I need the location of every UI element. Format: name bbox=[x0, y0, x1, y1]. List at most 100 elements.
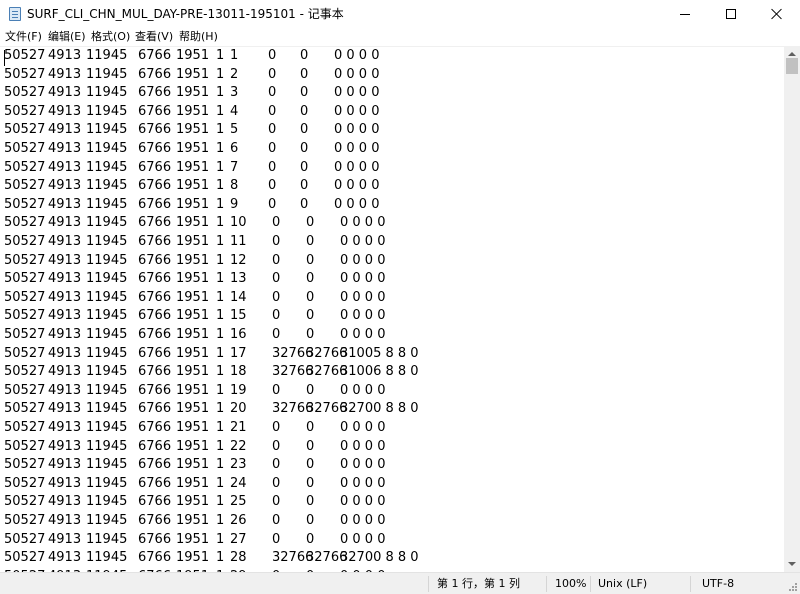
text-field: 4913 bbox=[48, 420, 82, 435]
text-field: 50527 bbox=[4, 401, 46, 417]
text-field: 0 bbox=[300, 122, 309, 138]
text-field: 4913 bbox=[48, 271, 82, 287]
minimize-button[interactable] bbox=[662, 0, 708, 28]
text-field: 1 bbox=[216, 550, 225, 566]
text-field: 0 bbox=[306, 289, 315, 305]
title-bar[interactable]: SURF_CLI_CHN_MUL_DAY-PRE-13011-195101 - … bbox=[0, 0, 800, 28]
text-field: 0 bbox=[306, 457, 315, 473]
text-field: 1951 bbox=[176, 475, 210, 491]
text-field: 4913 bbox=[48, 289, 82, 305]
text-field: 0 bbox=[268, 178, 277, 194]
text-field: 1951 bbox=[176, 141, 210, 156]
text-field: 0 bbox=[306, 234, 315, 249]
text-field: 19 bbox=[230, 382, 247, 398]
text-field: 1951 bbox=[176, 513, 210, 528]
text-field: 50527 bbox=[4, 122, 46, 138]
text-field: 1951 bbox=[176, 159, 210, 175]
text-editor[interactable]: 50527 4913 11945 6766 1951 1 1 0 0 0 0 0 0 50527 49… bbox=[0, 46, 784, 572]
text-field: 1951 bbox=[176, 66, 210, 82]
text-field: 0 bbox=[300, 48, 309, 63]
status-line-ending: Unix (LF) bbox=[598, 577, 648, 590]
close-button[interactable] bbox=[754, 0, 800, 28]
text-field: 50527 bbox=[4, 475, 46, 491]
text-field: 0 0 0 0 bbox=[340, 289, 386, 305]
text-field: 50527 bbox=[4, 345, 46, 361]
text-field: 1951 bbox=[176, 308, 210, 324]
text-field: 0 0 0 0 bbox=[340, 234, 386, 249]
text-field: 0 0 0 0 bbox=[340, 438, 386, 454]
text-field: 32700 8 8 0 bbox=[340, 401, 419, 417]
text-field: 50527 bbox=[4, 364, 46, 380]
text-field: 0 bbox=[268, 159, 277, 175]
text-field: 24 bbox=[230, 475, 247, 491]
text-field: 6766 bbox=[138, 103, 172, 119]
text-field: 11945 bbox=[86, 252, 128, 268]
text-field: 0 bbox=[272, 475, 281, 491]
text-field: 0 0 0 0 bbox=[334, 85, 380, 101]
menu-format[interactable]: 格式(O) bbox=[89, 29, 132, 44]
text-field: 1951 bbox=[176, 420, 210, 435]
text-field: 1 bbox=[216, 345, 225, 361]
text-field: 31005 8 8 0 bbox=[340, 345, 419, 361]
text-field: 4913 bbox=[48, 550, 82, 566]
text-field: 1 bbox=[216, 308, 225, 324]
text-field: 1 bbox=[216, 178, 225, 194]
text-field: 4913 bbox=[48, 103, 82, 119]
text-field: 0 bbox=[272, 420, 281, 435]
text-field: 11 bbox=[230, 234, 247, 249]
text-field: 1 bbox=[216, 401, 225, 417]
text-field: 0 0 0 0 bbox=[340, 513, 386, 528]
text-field: 0 bbox=[306, 513, 315, 528]
text-field: 2 bbox=[230, 66, 239, 82]
text-field: 6766 bbox=[138, 364, 172, 380]
maximize-button[interactable] bbox=[708, 0, 754, 28]
text-field: 1 bbox=[216, 215, 225, 231]
text-field: 0 0 0 0 bbox=[340, 327, 386, 342]
text-field: 7 bbox=[230, 159, 239, 175]
text-field: 1951 bbox=[176, 327, 210, 342]
text-field: 4913 bbox=[48, 531, 82, 547]
menu-file[interactable]: 文件(F) bbox=[3, 29, 44, 44]
text-field: 4913 bbox=[48, 345, 82, 361]
menu-edit[interactable]: 编辑(E) bbox=[46, 29, 88, 44]
scroll-down-button[interactable] bbox=[784, 556, 800, 572]
text-field: 0 bbox=[300, 85, 309, 101]
text-field: 11945 bbox=[86, 550, 128, 566]
text-field: 0 bbox=[268, 103, 277, 119]
text-field: 50527 bbox=[4, 550, 46, 566]
text-field: 6766 bbox=[138, 475, 172, 491]
text-field: 1951 bbox=[176, 289, 210, 305]
scroll-thumb[interactable] bbox=[786, 58, 798, 74]
text-field: 0 0 0 0 bbox=[340, 215, 386, 231]
text-field: 4913 bbox=[48, 438, 82, 454]
text-field: 0 bbox=[306, 215, 315, 231]
text-field: 1951 bbox=[176, 457, 210, 473]
text-field: 0 bbox=[300, 66, 309, 82]
resize-grip-icon[interactable] bbox=[788, 583, 798, 593]
text-field: 11945 bbox=[86, 475, 128, 491]
text-field: 1 bbox=[216, 457, 225, 473]
vertical-scrollbar[interactable] bbox=[784, 46, 800, 572]
text-field: 0 bbox=[268, 141, 277, 156]
text-field: 11945 bbox=[86, 420, 128, 435]
text-field: 11945 bbox=[86, 531, 128, 547]
text-field: 0 0 0 0 bbox=[340, 252, 386, 268]
text-field: 1951 bbox=[176, 494, 210, 510]
text-field: 11945 bbox=[86, 364, 128, 380]
text-field: 6766 bbox=[138, 345, 172, 361]
text-field: 1 bbox=[216, 475, 225, 491]
text-field: 11945 bbox=[86, 345, 128, 361]
text-field: 1951 bbox=[176, 252, 210, 268]
text-field: 0 bbox=[268, 48, 277, 63]
status-separator bbox=[590, 576, 591, 592]
text-field: 50527 bbox=[4, 271, 46, 287]
text-field: 1 bbox=[216, 382, 225, 398]
text-field: 20 bbox=[230, 401, 247, 417]
text-field: 4913 bbox=[48, 382, 82, 398]
text-field: 4913 bbox=[48, 401, 82, 417]
text-field: 1 bbox=[216, 438, 225, 454]
menu-help[interactable]: 帮助(H) bbox=[177, 29, 220, 44]
menu-view[interactable]: 查看(V) bbox=[133, 29, 175, 44]
text-field: 0 bbox=[272, 308, 281, 324]
text-field: 1 bbox=[230, 48, 239, 63]
